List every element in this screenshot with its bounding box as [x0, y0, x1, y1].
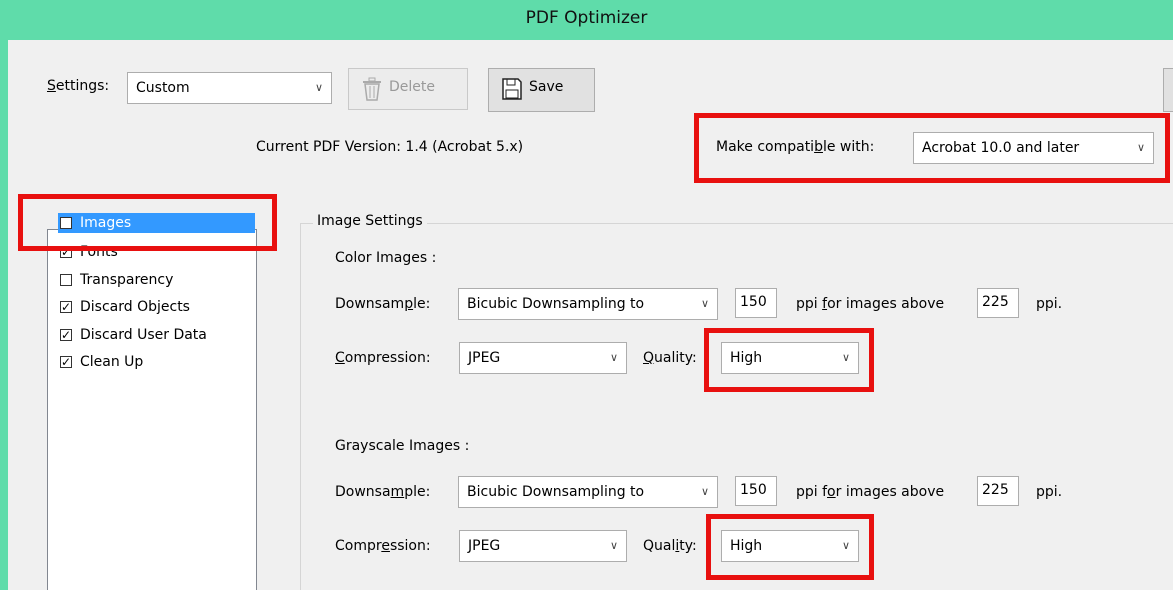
color-quality-label: Quality:	[643, 350, 697, 366]
grayscale-quality-label: Quality:	[643, 538, 697, 554]
color-above-label: ppi for images above	[796, 296, 945, 312]
group-border	[300, 223, 1173, 224]
color-ppi-input[interactable]: 150	[735, 288, 777, 318]
highlight-color-quality	[704, 328, 874, 392]
panel-item-discard-user-data[interactable]: ✓ Discard User Data	[60, 325, 207, 345]
color-compression-dropdown[interactable]: JPEG ∨	[459, 342, 627, 374]
delete-label: Delete	[389, 79, 435, 95]
grayscale-above-label: ppi for images above	[796, 484, 945, 500]
window-frame-left	[0, 40, 8, 590]
delete-button[interactable]: Delete	[348, 68, 468, 110]
chevron-down-icon: ∨	[609, 539, 618, 552]
settings-label: Settings:	[47, 78, 110, 94]
chevron-down-icon: ∨	[609, 351, 618, 364]
color-above-input[interactable]: 225	[977, 288, 1019, 318]
trash-icon	[361, 77, 383, 105]
checkbox-icon[interactable]: ✓	[60, 329, 72, 341]
color-ppi-suffix: ppi.	[1036, 296, 1063, 312]
group-border-left	[300, 223, 301, 590]
checkbox-icon[interactable]: ✓	[60, 301, 72, 313]
grayscale-downsample-dropdown[interactable]: Bicubic Downsampling to ∨	[458, 476, 718, 508]
grayscale-ppi-input[interactable]: 150	[735, 476, 777, 506]
panel-item-discard-objects[interactable]: ✓ Discard Objects	[60, 297, 190, 317]
color-downsample-label: Downsample:	[335, 296, 431, 312]
grayscale-ppi-suffix: ppi.	[1036, 484, 1063, 500]
highlight-make-compatible	[694, 113, 1170, 183]
grayscale-above-input[interactable]: 225	[977, 476, 1019, 506]
checkbox-icon[interactable]: ✓	[60, 356, 72, 368]
highlight-images	[18, 194, 277, 251]
grayscale-compression-dropdown[interactable]: JPEG ∨	[459, 530, 627, 562]
color-images-heading: Color Images :	[335, 250, 437, 266]
image-settings-title: Image Settings	[313, 213, 427, 229]
grayscale-images-heading: Grayscale Images :	[335, 438, 470, 454]
chevron-down-icon: ∨	[700, 297, 709, 310]
highlight-grayscale-quality	[706, 514, 874, 580]
window-title: PDF Optimizer	[525, 8, 648, 28]
save-button[interactable]: Save	[488, 68, 595, 112]
partial-button[interactable]	[1163, 68, 1173, 112]
current-pdf-version: Current PDF Version: 1.4 (Acrobat 5.x)	[256, 139, 524, 155]
panel-item-transparency[interactable]: Transparency	[60, 270, 173, 290]
floppy-disk-icon	[501, 77, 523, 105]
settings-dropdown[interactable]: Custom ∨	[127, 72, 332, 104]
save-label: Save	[529, 79, 564, 95]
color-downsample-dropdown[interactable]: Bicubic Downsampling to ∨	[458, 288, 718, 320]
settings-value: Custom	[136, 80, 190, 96]
chevron-down-icon: ∨	[314, 81, 323, 94]
grayscale-compression-label: Compression:	[335, 538, 431, 554]
grayscale-downsample-label: Downsample:	[335, 484, 431, 500]
chevron-down-icon: ∨	[700, 485, 709, 498]
panel-item-clean-up[interactable]: ✓ Clean Up	[60, 352, 143, 372]
checkbox-icon[interactable]	[60, 274, 72, 286]
color-compression-label: Compression:	[335, 350, 431, 366]
